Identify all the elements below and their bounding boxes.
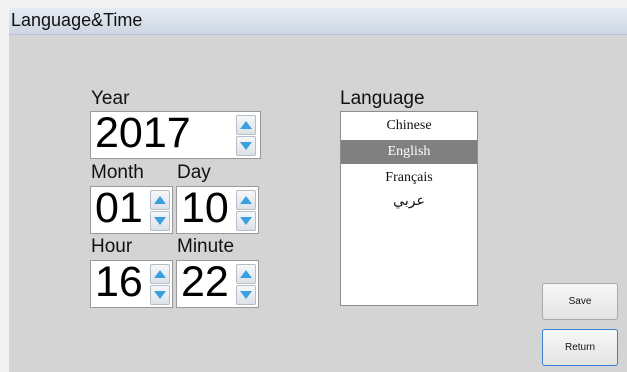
minute-up-button[interactable] bbox=[236, 264, 256, 284]
minute-field[interactable]: 22 bbox=[176, 258, 259, 308]
month-down-button[interactable] bbox=[150, 211, 170, 231]
arrow-down-icon bbox=[240, 217, 252, 225]
day-up-button[interactable] bbox=[236, 190, 256, 210]
day-value: 10 bbox=[181, 184, 229, 232]
hour-value: 16 bbox=[95, 258, 143, 306]
year-label: Year bbox=[91, 88, 130, 109]
arrow-up-icon bbox=[154, 196, 166, 204]
arrow-down-icon bbox=[240, 142, 252, 150]
language-item-arabic[interactable]: عربي bbox=[341, 190, 477, 214]
window-title: Language&Time bbox=[11, 10, 143, 30]
arrow-down-icon bbox=[240, 291, 252, 299]
language-item-chinese[interactable]: Chinese bbox=[341, 114, 477, 138]
minute-down-button[interactable] bbox=[236, 285, 256, 305]
language-item-english[interactable]: English bbox=[341, 140, 477, 164]
language-time-window: Language&Time Year 2017 Month Day 01 10 … bbox=[9, 8, 627, 372]
hour-down-button[interactable] bbox=[150, 285, 170, 305]
hour-up-button[interactable] bbox=[150, 264, 170, 284]
year-field[interactable]: 2017 bbox=[90, 109, 261, 159]
arrow-up-icon bbox=[240, 270, 252, 278]
language-item-francais[interactable]: Français bbox=[341, 166, 477, 190]
month-up-button[interactable] bbox=[150, 190, 170, 210]
year-down-button[interactable] bbox=[236, 136, 256, 156]
language-label: Language bbox=[340, 88, 425, 109]
hour-label: Hour bbox=[91, 236, 133, 257]
hour-field[interactable]: 16 bbox=[90, 258, 173, 308]
month-label: Month bbox=[91, 162, 144, 183]
return-button[interactable]: Return bbox=[542, 329, 618, 366]
language-list[interactable]: Chinese English Français عربي bbox=[340, 111, 478, 306]
day-field[interactable]: 10 bbox=[176, 184, 259, 234]
day-down-button[interactable] bbox=[236, 211, 256, 231]
day-label: Day bbox=[177, 162, 211, 183]
month-field[interactable]: 01 bbox=[90, 184, 173, 234]
year-value: 2017 bbox=[95, 109, 191, 157]
arrow-up-icon bbox=[154, 270, 166, 278]
title-bar: Language&Time bbox=[9, 8, 627, 35]
arrow-down-icon bbox=[154, 217, 166, 225]
month-value: 01 bbox=[95, 184, 143, 232]
arrow-up-icon bbox=[240, 196, 252, 204]
minute-value: 22 bbox=[181, 258, 229, 306]
minute-label: Minute bbox=[177, 236, 235, 257]
arrow-up-icon bbox=[240, 121, 252, 129]
save-button[interactable]: Save bbox=[542, 283, 618, 320]
arrow-down-icon bbox=[154, 291, 166, 299]
year-up-button[interactable] bbox=[236, 115, 256, 135]
